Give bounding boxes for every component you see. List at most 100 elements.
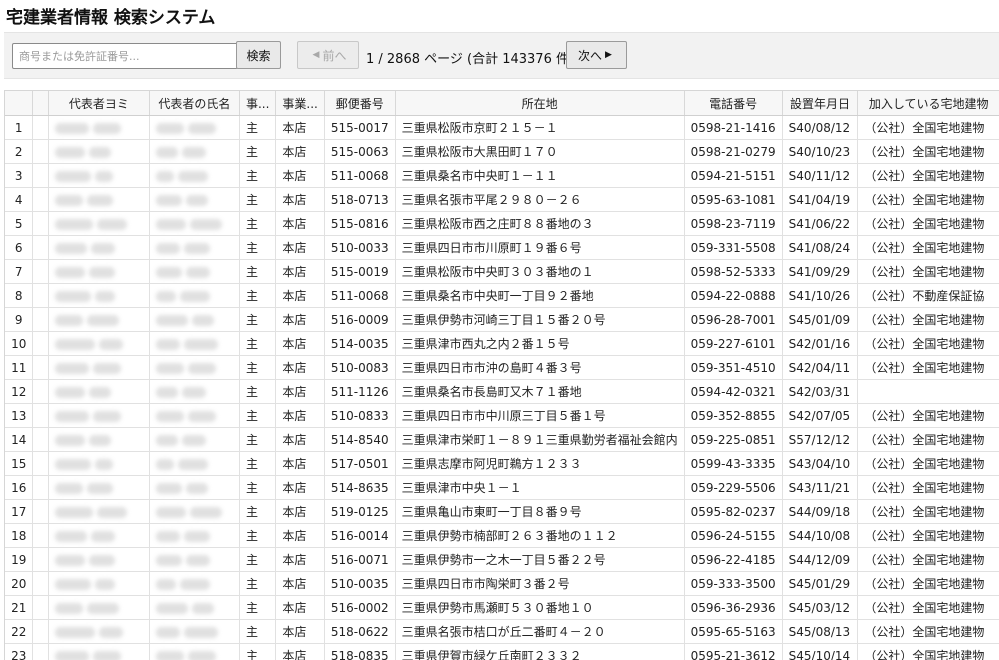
representative-kana-cell [48,452,149,476]
redacted-kana [55,579,91,590]
table-row[interactable]: 3 主本店511-0068三重県桑名市中央町１－１１0594-21-5151S4… [5,164,999,188]
row-marker [33,164,49,188]
representative-name-cell [149,644,239,660]
redacted-name [156,147,178,158]
table-row[interactable]: 4 主本店518-0713三重県名張市平尾２９８０－２６0595-63-1081… [5,188,999,212]
table-row[interactable]: 1 主本店515-0017三重県松阪市京町２１５－１0598-21-1416S4… [5,116,999,140]
redacted-kana [87,483,113,494]
column-header[interactable] [5,91,33,116]
phone-cell: 0596-24-5155 [684,524,782,548]
table-row[interactable]: 23 主本店518-0835三重県伊賀市緑ケ丘南町２３３２0595-21-361… [5,644,999,660]
column-header[interactable]: 郵便番号 [324,91,395,116]
next-page-button[interactable]: 次へ ▶ [566,41,627,69]
office-type-cell: 本店 [276,500,324,524]
redacted-name [182,435,206,446]
row-marker [33,404,49,428]
table-row[interactable]: 12 主本店511-1126三重県桑名市長島町又木７１番地0594-42-032… [5,380,999,404]
table-row[interactable]: 17 主本店519-0125三重県亀山市東町一丁目８番９号0595-82-023… [5,500,999,524]
column-header[interactable]: 設置年月日 [782,91,858,116]
row-number: 1 [5,116,33,140]
row-marker [33,620,49,644]
redacted-name [178,171,208,182]
column-header[interactable]: 電話番号 [684,91,782,116]
row-marker [33,284,49,308]
address-cell: 三重県津市栄町１－８９１三重県勤労者福祉会館内 [395,428,684,452]
table-row[interactable]: 7 主本店515-0019三重県松阪市中央町３０３番地の１0598-52-533… [5,260,999,284]
address-cell: 三重県津市西丸之内２番１５号 [395,332,684,356]
row-marker [33,236,49,260]
table-row[interactable]: 10 主本店514-0035三重県津市西丸之内２番１５号059-227-6101… [5,332,999,356]
table-row[interactable]: 13 主本店510-0833三重県四日市市中川原三丁目５番１号059-352-8… [5,404,999,428]
redacted-kana [89,555,115,566]
office-kind-cell: 主 [239,356,275,380]
triangle-left-icon: ◀ [313,50,320,60]
redacted-kana [55,507,93,518]
row-marker [33,572,49,596]
postal-code-cell: 510-0833 [324,404,395,428]
table-row[interactable]: 8 主本店511-0068三重県桑名市中央町一丁目９２番地0594-22-088… [5,284,999,308]
table-row[interactable]: 15 主本店517-0501三重県志摩市阿児町鵜方１２３３0599-43-333… [5,452,999,476]
row-number: 22 [5,620,33,644]
representative-kana-cell [48,596,149,620]
representative-kana-cell [48,140,149,164]
representative-name-cell [149,404,239,428]
postal-code-cell: 514-8635 [324,476,395,500]
row-marker [33,476,49,500]
table-row[interactable]: 11 主本店510-0083三重県四日市市沖の島町４番３号059-351-451… [5,356,999,380]
column-header[interactable]: 代表者ヨミ [48,91,149,116]
redacted-kana [87,195,113,206]
prev-page-button[interactable]: ◀ 前へ [297,41,359,69]
table-row[interactable]: 19 主本店516-0071三重県伊勢市一之木一丁目５番２２号0596-22-4… [5,548,999,572]
postal-code-cell: 515-0816 [324,212,395,236]
row-marker [33,212,49,236]
table-row[interactable]: 22 主本店518-0622三重県名張市桔口が丘二番町４－２０0595-65-5… [5,620,999,644]
table-row[interactable]: 16 主本店514-8635三重県津市中央１－１059-229-5506S43/… [5,476,999,500]
redacted-name [156,507,186,518]
established-date-cell: S44/10/08 [782,524,858,548]
column-header[interactable]: 加入している宅地建物 [858,91,999,116]
address-cell: 三重県津市中央１－１ [395,476,684,500]
row-marker [33,260,49,284]
address-cell: 三重県伊勢市楠部町２６３番地の１１２ [395,524,684,548]
office-type-cell: 本店 [276,644,324,660]
office-type-cell: 本店 [276,548,324,572]
redacted-kana [55,483,83,494]
search-button[interactable]: 検索 [236,41,281,69]
redacted-kana [55,603,83,614]
table-row[interactable]: 14 主本店514-8540三重県津市栄町１－８９１三重県勤労者福祉会館内059… [5,428,999,452]
table-row[interactable]: 21 主本店516-0002三重県伊勢市馬瀬町５３０番地１０0596-36-29… [5,596,999,620]
table-row[interactable]: 20 主本店510-0035三重県四日市市陶栄町３番２号059-333-3500… [5,572,999,596]
representative-kana-cell [48,428,149,452]
table-row[interactable]: 18 主本店516-0014三重県伊勢市楠部町２６３番地の１１２0596-24-… [5,524,999,548]
column-header[interactable]: 事業... [276,91,324,116]
column-header[interactable]: 所在地 [395,91,684,116]
search-input[interactable] [12,43,238,69]
column-header[interactable] [33,91,49,116]
redacted-name [186,267,210,278]
table-row[interactable]: 6 主本店510-0033三重県四日市市川原町１９番６号059-331-5508… [5,236,999,260]
redacted-name [186,195,208,206]
table-row[interactable]: 9 主本店516-0009三重県伊勢市河崎三丁目１５番２０号0596-28-70… [5,308,999,332]
address-cell: 三重県伊賀市緑ケ丘南町２３３２ [395,644,684,660]
redacted-name [182,387,206,398]
postal-code-cell: 511-0068 [324,284,395,308]
redacted-kana [89,267,115,278]
address-cell: 三重県名張市平尾２９８０－２６ [395,188,684,212]
redacted-name [156,603,188,614]
row-marker [33,524,49,548]
redacted-name [156,483,182,494]
office-kind-cell: 主 [239,116,275,140]
redacted-kana [55,435,85,446]
column-header[interactable]: 代表者の氏名 [149,91,239,116]
representative-kana-cell [48,500,149,524]
table-row[interactable]: 5 主本店515-0816三重県松阪市西之庄町８８番地の３0598-23-711… [5,212,999,236]
representative-name-cell [149,164,239,188]
column-header[interactable]: 事... [239,91,275,116]
address-cell: 三重県松阪市西之庄町８８番地の３ [395,212,684,236]
table-row[interactable]: 2 主本店515-0063三重県松阪市大黒田町１７０0598-21-0279S4… [5,140,999,164]
row-number: 5 [5,212,33,236]
redacted-kana [93,363,121,374]
representative-name-cell [149,476,239,500]
redacted-name [180,579,210,590]
office-kind-cell: 主 [239,404,275,428]
